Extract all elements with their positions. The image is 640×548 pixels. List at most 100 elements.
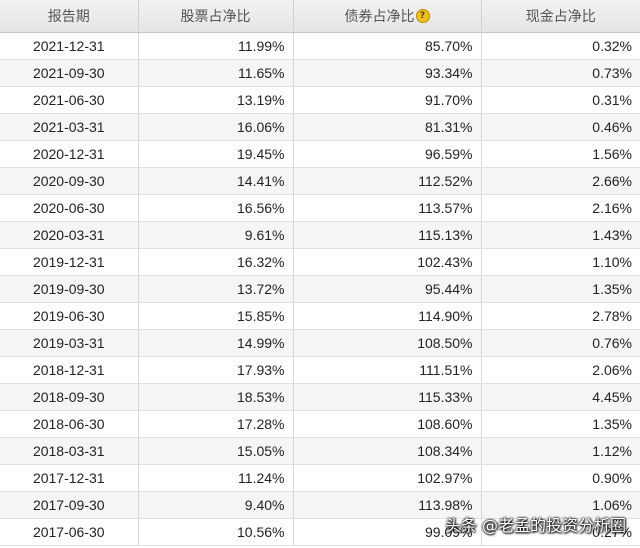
cell-stock-ratio: 17.28%: [138, 410, 294, 438]
cell-cash-ratio: 1.12%: [481, 437, 640, 465]
cell-cash-ratio: 2.16%: [481, 194, 640, 222]
cell-cash-ratio: 2.78%: [481, 302, 640, 330]
cell-report-period: 2019-06-30: [0, 302, 139, 330]
table-body: 2021-12-31 11.99% 85.70% 0.32% 2021-09-30 11.…: [0, 32, 640, 546]
cell-report-period: 2020-03-31: [0, 221, 139, 249]
cell-bond-ratio: 113.57%: [293, 194, 482, 222]
cell-report-period: 2017-09-30: [0, 491, 139, 519]
header-row: 报告期 股票占净比 债券占净比? 现金占净比: [0, 0, 640, 33]
table-header: 报告期 股票占净比 债券占净比? 现金占净比: [0, 0, 640, 33]
asset-allocation-table-container: 报告期 股票占净比 债券占净比? 现金占净比 2021-12-31 11.99% 8…: [0, 0, 640, 546]
cell-bond-ratio: 93.34%: [293, 59, 482, 87]
cell-stock-ratio: 11.24%: [138, 464, 294, 492]
cell-cash-ratio: 4.45%: [481, 383, 640, 411]
cell-report-period: 2021-12-31: [0, 32, 139, 60]
cell-stock-ratio: 11.99%: [138, 32, 294, 60]
table-row: 2018-09-30 18.53% 115.33% 4.45%: [0, 383, 640, 411]
table-row: 2020-03-31 9.61% 115.13% 1.43%: [0, 221, 640, 249]
cell-stock-ratio: 9.40%: [138, 491, 294, 519]
table-row: 2017-12-31 11.24% 102.97% 0.90%: [0, 464, 640, 492]
cell-cash-ratio: 1.35%: [481, 410, 640, 438]
cell-bond-ratio: 102.43%: [293, 248, 482, 276]
cell-bond-ratio: 112.52%: [293, 167, 482, 195]
cell-bond-ratio: 108.34%: [293, 437, 482, 465]
cell-report-period: 2019-03-31: [0, 329, 139, 357]
cell-cash-ratio: 1.10%: [481, 248, 640, 276]
cell-cash-ratio: 0.90%: [481, 464, 640, 492]
cell-cash-ratio: 0.31%: [481, 86, 640, 114]
cell-stock-ratio: 16.56%: [138, 194, 294, 222]
cell-cash-ratio: 0.32%: [481, 32, 640, 60]
cell-bond-ratio: 115.13%: [293, 221, 482, 249]
cell-stock-ratio: 18.53%: [138, 383, 294, 411]
cell-bond-ratio: 95.44%: [293, 275, 482, 303]
cell-report-period: 2021-06-30: [0, 86, 139, 114]
cell-cash-ratio: 0.46%: [481, 113, 640, 141]
table-row: 2021-09-30 11.65% 93.34% 0.73%: [0, 59, 640, 87]
cell-stock-ratio: 19.45%: [138, 140, 294, 168]
cell-stock-ratio: 13.72%: [138, 275, 294, 303]
cell-cash-ratio: 2.66%: [481, 167, 640, 195]
table-row: 2019-06-30 15.85% 114.90% 2.78%: [0, 302, 640, 330]
cell-report-period: 2020-09-30: [0, 167, 139, 195]
cell-report-period: 2017-06-30: [0, 518, 139, 546]
header-report-period[interactable]: 报告期: [0, 0, 139, 33]
cell-stock-ratio: 13.19%: [138, 86, 294, 114]
table-row: 2021-12-31 11.99% 85.70% 0.32%: [0, 32, 640, 60]
cell-stock-ratio: 16.32%: [138, 248, 294, 276]
table-row: 2020-06-30 16.56% 113.57% 2.16%: [0, 194, 640, 222]
table-row: 2021-06-30 13.19% 91.70% 0.31%: [0, 86, 640, 114]
table-row: 2020-09-30 14.41% 112.52% 2.66%: [0, 167, 640, 195]
cell-cash-ratio: 1.35%: [481, 275, 640, 303]
header-bond-ratio[interactable]: 债券占净比?: [293, 0, 482, 33]
cell-cash-ratio: 1.43%: [481, 221, 640, 249]
cell-cash-ratio: 1.56%: [481, 140, 640, 168]
cell-bond-ratio: 96.59%: [293, 140, 482, 168]
cell-cash-ratio: 0.76%: [481, 329, 640, 357]
asset-allocation-table: 报告期 股票占净比 债券占净比? 现金占净比 2021-12-31 11.99% 8…: [0, 0, 640, 546]
header-cash-ratio-label: 现金占净比: [525, 9, 596, 25]
cell-stock-ratio: 15.05%: [138, 437, 294, 465]
table-row: 2019-12-31 16.32% 102.43% 1.10%: [0, 248, 640, 276]
cell-stock-ratio: 16.06%: [138, 113, 294, 141]
table-row: 2021-03-31 16.06% 81.31% 0.46%: [0, 113, 640, 141]
table-row: 2019-09-30 13.72% 95.44% 1.35%: [0, 275, 640, 303]
cell-cash-ratio: 2.06%: [481, 356, 640, 384]
table-row: 2019-03-31 14.99% 108.50% 0.76%: [0, 329, 640, 357]
header-stock-ratio[interactable]: 股票占净比: [138, 0, 294, 33]
cell-stock-ratio: 15.85%: [138, 302, 294, 330]
cell-stock-ratio: 14.99%: [138, 329, 294, 357]
table-row: 2018-12-31 17.93% 111.51% 2.06%: [0, 356, 640, 384]
header-bond-ratio-label: 债券占净比: [344, 9, 415, 25]
cell-report-period: 2018-12-31: [0, 356, 139, 384]
cell-stock-ratio: 11.65%: [138, 59, 294, 87]
cell-report-period: 2021-09-30: [0, 59, 139, 87]
cell-stock-ratio: 17.93%: [138, 356, 294, 384]
question-icon[interactable]: ?: [415, 9, 430, 23]
cell-report-period: 2020-06-30: [0, 194, 139, 222]
cell-bond-ratio: 115.33%: [293, 383, 482, 411]
cell-bond-ratio: 108.50%: [293, 329, 482, 357]
cell-report-period: 2021-03-31: [0, 113, 139, 141]
cell-bond-ratio: 81.31%: [293, 113, 482, 141]
table-row: 2018-03-31 15.05% 108.34% 1.12%: [0, 437, 640, 465]
watermark: 头条 @老孟的投资分析圈: [444, 516, 626, 535]
header-cash-ratio[interactable]: 现金占净比: [481, 0, 640, 33]
cell-bond-ratio: 85.70%: [293, 32, 482, 60]
cell-bond-ratio: 108.60%: [293, 410, 482, 438]
cell-bond-ratio: 102.97%: [293, 464, 482, 492]
header-report-period-label: 报告期: [47, 9, 90, 25]
cell-stock-ratio: 9.61%: [138, 221, 294, 249]
table-row: 2020-12-31 19.45% 96.59% 1.56%: [0, 140, 640, 168]
cell-report-period: 2018-09-30: [0, 383, 139, 411]
cell-report-period: 2018-03-31: [0, 437, 139, 465]
cell-cash-ratio: 0.73%: [481, 59, 640, 87]
cell-stock-ratio: 10.56%: [138, 518, 294, 546]
cell-report-period: 2020-12-31: [0, 140, 139, 168]
cell-report-period: 2017-12-31: [0, 464, 139, 492]
cell-report-period: 2019-12-31: [0, 248, 139, 276]
cell-report-period: 2019-09-30: [0, 275, 139, 303]
cell-bond-ratio: 114.90%: [293, 302, 482, 330]
cell-bond-ratio: 91.70%: [293, 86, 482, 114]
cell-bond-ratio: 111.51%: [293, 356, 482, 384]
